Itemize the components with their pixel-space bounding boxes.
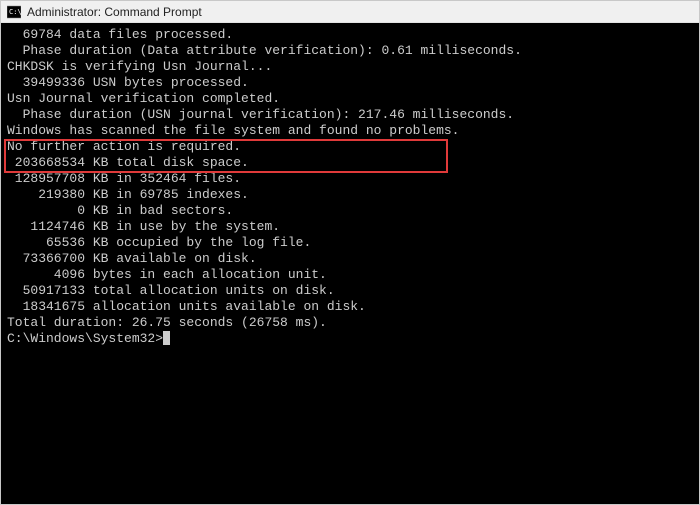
output-line: Phase duration (Data attribute verificat… (1, 43, 699, 59)
output-line: Total duration: 26.75 seconds (26758 ms)… (1, 315, 699, 331)
window-title: Administrator: Command Prompt (27, 5, 202, 19)
output-line: 39499336 USN bytes processed. (1, 75, 699, 91)
output-line: Windows has scanned the file system and … (1, 123, 699, 139)
output-line: 18341675 allocation units available on d… (1, 299, 699, 315)
output-line: Usn Journal verification completed. (1, 91, 699, 107)
output-line: 69784 data files processed. (1, 27, 699, 43)
output-line: 50917133 total allocation units on disk. (1, 283, 699, 299)
output-line: 4096 bytes in each allocation unit. (1, 267, 699, 283)
prompt-text: C:\Windows\System32> (7, 331, 163, 347)
output-line: 203668534 KB total disk space. (1, 155, 699, 171)
output-line: 128957708 KB in 352464 files. (1, 171, 699, 187)
output-line: No further action is required. (1, 139, 699, 155)
output-line: 65536 KB occupied by the log file. (1, 235, 699, 251)
output-line: 1124746 KB in use by the system. (1, 219, 699, 235)
output-line: 219380 KB in 69785 indexes. (1, 187, 699, 203)
output-line: Phase duration (USN journal verification… (1, 107, 699, 123)
command-prompt-window: C:\ Administrator: Command Prompt 69784 … (0, 0, 700, 505)
cmd-icon: C:\ (7, 5, 21, 19)
prompt-line[interactable]: C:\Windows\System32> (1, 331, 699, 347)
output-line: 73366700 KB available on disk. (1, 251, 699, 267)
titlebar[interactable]: C:\ Administrator: Command Prompt (1, 1, 699, 23)
svg-text:C:\: C:\ (9, 8, 21, 16)
output-line: 0 KB in bad sectors. (1, 203, 699, 219)
output-line: CHKDSK is verifying Usn Journal... (1, 59, 699, 75)
terminal-area[interactable]: 69784 data files processed. Phase durati… (1, 23, 699, 504)
cursor (163, 331, 170, 345)
